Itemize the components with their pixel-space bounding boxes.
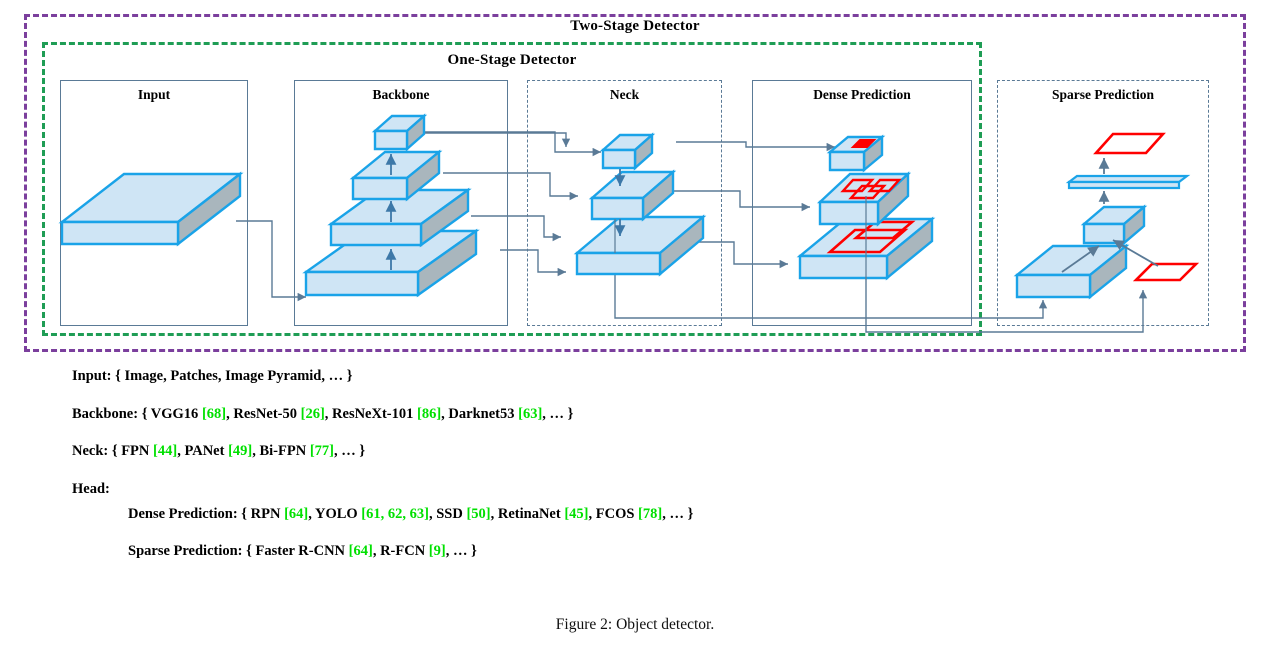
spec-dense-ref-3: [45] xyxy=(564,505,589,522)
panel-sparse-prediction-label: Sparse Prediction xyxy=(1051,87,1155,102)
spec-neck-tail: , … } xyxy=(334,443,366,460)
spec-backbone-ref-1: [26] xyxy=(300,405,325,422)
spec-neck-ref-0: [44] xyxy=(153,443,178,460)
spec-dense-item-4: FCOS xyxy=(595,505,635,522)
spec-line-sparse-prediction: Sparse Prediction: { Faster R-CNN [64] , … xyxy=(128,543,1202,560)
spec-dense-label: Dense Prediction: { xyxy=(128,505,248,522)
spec-dense-item-0: RPN xyxy=(250,505,281,522)
panel-input-label: Input xyxy=(137,87,171,102)
sep: , xyxy=(428,505,433,522)
spec-backbone-ref-2: [86] xyxy=(417,405,442,422)
spec-sparse-label: Sparse Prediction: { xyxy=(128,543,252,560)
panel-neck: Neck xyxy=(527,80,722,326)
spec-sparse-item-0: Faster R-CNN xyxy=(255,543,346,560)
panel-backbone: Backbone xyxy=(294,80,508,326)
sep: , xyxy=(226,405,230,422)
spec-sparse-item-1: R-FCN xyxy=(380,543,426,560)
sep: , xyxy=(177,443,181,460)
spec-head-label: Head: xyxy=(72,481,110,498)
spec-backbone-tail: , … } xyxy=(542,405,574,422)
spec-backbone-ref-0: [68] xyxy=(201,405,227,422)
panel-input: Input xyxy=(60,80,248,326)
spec-dense-ref-2: [50] xyxy=(466,505,491,522)
spec-sparse-tail: , … } xyxy=(445,543,477,560)
spec-dense-ref-4: [78] xyxy=(638,505,663,522)
spec-line-input: Input: { Image, Patches, Image Pyramid, … xyxy=(72,368,1202,385)
spec-neck-item-1: PANet xyxy=(184,443,225,460)
spec-sparse-ref-1: [9] xyxy=(428,543,446,560)
panel-sparse-prediction: Sparse Prediction xyxy=(997,80,1209,326)
spec-neck-ref-1: [49] xyxy=(228,443,253,460)
spec-line-backbone: Backbone: { VGG16 [68], ResNet-50 [26] , … xyxy=(72,406,1202,423)
spec-neck-item-2: Bi-FPN xyxy=(259,443,307,460)
two-stage-detector-label: Two-Stage Detector xyxy=(570,18,700,34)
spec-dense-item-3: RetinaNet xyxy=(497,505,561,522)
figure-caption: Figure 2: Object detector. xyxy=(555,616,715,633)
spec-dense-ref-1: [61, 62, 63] xyxy=(361,505,429,522)
panel-backbone-label: Backbone xyxy=(372,87,430,102)
panel-dense-prediction-label: Dense Prediction xyxy=(813,87,911,102)
panel-neck-label: Neck xyxy=(609,87,640,102)
sep: , xyxy=(441,405,445,422)
spec-dense-item-1: YOLO xyxy=(314,505,358,522)
spec-dense-tail: , … } xyxy=(662,505,694,522)
sep: , xyxy=(324,405,329,422)
sep: , xyxy=(252,443,256,460)
spec-dense-item-2: SSD xyxy=(436,505,463,522)
spec-neck-label: Neck: { xyxy=(72,443,118,460)
spec-line-head: Head: xyxy=(72,481,1202,498)
sep: , xyxy=(308,505,312,522)
panel-dense-prediction: Dense Prediction xyxy=(752,80,972,326)
spec-dense-ref-0: [64] xyxy=(284,505,309,522)
spec-sparse-ref-0: [64] xyxy=(348,543,373,560)
detector-component-list: Input: { Image, Patches, Image Pyramid, … xyxy=(72,368,1202,581)
spec-line-dense-prediction: Dense Prediction: { RPN [64], YOLO [61, … xyxy=(128,506,1202,523)
spec-backbone-label: Backbone: { xyxy=(72,405,148,422)
spec-neck-ref-2: [77] xyxy=(309,443,334,460)
sep: , xyxy=(490,505,495,522)
spec-backbone-item-0: VGG16 xyxy=(150,405,199,422)
sep: , xyxy=(588,505,593,522)
spec-input-text: Input: { Image, Patches, Image Pyramid, … xyxy=(72,368,353,384)
one-stage-detector-label: One-Stage Detector xyxy=(447,52,577,68)
spec-neck-item-0: FPN xyxy=(121,443,150,460)
spec-backbone-item-2: ResNeXt-101 xyxy=(332,405,414,422)
sep: , xyxy=(372,543,377,560)
spec-backbone-item-3: Darknet53 xyxy=(448,405,515,422)
spec-backbone-item-1: ResNet-50 xyxy=(233,405,297,422)
spec-line-neck: Neck: { FPN [44], PANet [49], Bi-FPN [77… xyxy=(72,443,1202,460)
spec-backbone-ref-3: [63] xyxy=(518,405,543,422)
